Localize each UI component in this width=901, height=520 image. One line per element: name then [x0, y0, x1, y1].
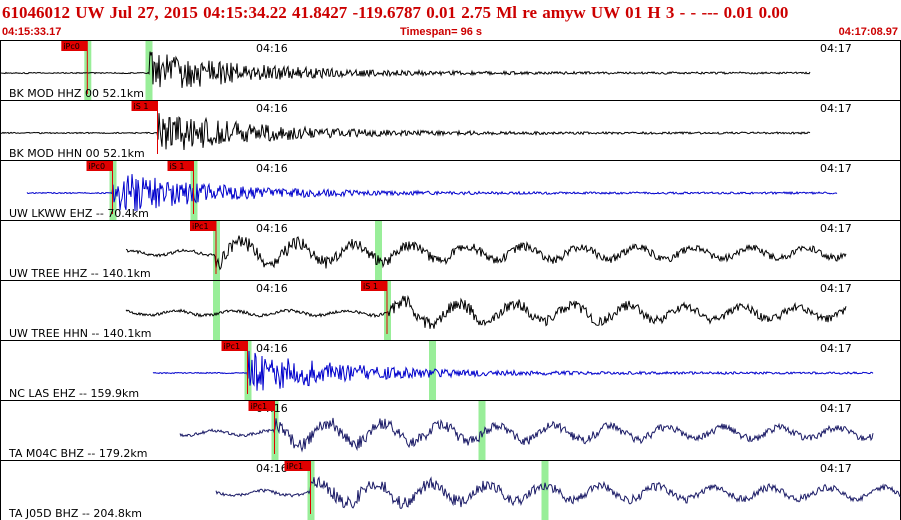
waveform-trace: [179, 417, 874, 453]
waveform-trace: [26, 174, 838, 212]
station-label: UW LKWW EHZ -- 70.4km: [9, 207, 149, 220]
station-label: UW TREE HHZ -- 140.1km: [9, 267, 151, 280]
time-mark-label: 04:17: [820, 102, 852, 115]
waveform-trace: [125, 235, 847, 271]
time-mark-label: 04:17: [820, 222, 852, 235]
station-label: UW TREE HHN -- 140.1km: [9, 327, 151, 340]
time-mark-label: 04:16: [256, 102, 288, 115]
time-mark-label: 04:16: [256, 282, 288, 295]
pick-flag-label: iPc1: [287, 462, 304, 471]
waveform-trace: [0, 113, 811, 151]
seismogram-panels[interactable]: 04:16 04:17 iPc0 BK MOD HHZ 00 52.1km 04:16 0…: [0, 0, 901, 520]
time-mark-label: 04:16: [256, 222, 288, 235]
time-mark-label: 04:17: [820, 282, 852, 295]
station-label: TA M04C BHZ -- 179.2km: [8, 447, 147, 460]
time-mark-label: 04:16: [256, 462, 288, 475]
waveform-trace: [125, 294, 847, 329]
time-mark-label: 04:17: [820, 162, 852, 175]
time-mark-label: 04:16: [256, 342, 288, 355]
pick-flag-label: iS 1: [134, 102, 149, 111]
station-label: NC LAS EHZ -- 159.9km: [9, 387, 139, 400]
pick-flag-label: iS 1: [170, 162, 185, 171]
station-label: BK MOD HHN 00 52.1km: [9, 147, 145, 160]
waveform-trace: [152, 350, 874, 391]
pick-flag-label: iPc0: [89, 162, 106, 171]
station-label: TA J05D BHZ -- 204.8km: [8, 507, 142, 520]
pick-window-bar: [375, 221, 382, 280]
time-mark-label: 04:16: [256, 162, 288, 175]
pick-window-bar: [213, 281, 220, 340]
waveform-trace: [0, 51, 811, 88]
time-mark-label: 04:17: [820, 342, 852, 355]
pick-flag-label: iPc1: [224, 342, 241, 351]
pick-flag-label: iS 1: [363, 282, 378, 291]
time-mark-label: 04:17: [820, 402, 852, 415]
pick-flag-label: iPc0: [63, 42, 80, 51]
station-label: BK MOD HHZ 00 52.1km: [9, 87, 144, 100]
pick-window-bar: [541, 461, 549, 520]
waveform-trace: [215, 476, 901, 510]
time-mark-label: 04:17: [820, 462, 852, 475]
pick-flag-label: iPc1: [192, 222, 209, 231]
pick-flag-label: iPc1: [251, 402, 268, 411]
time-mark-label: 04:16: [256, 42, 288, 55]
time-mark-label: 04:17: [820, 42, 852, 55]
